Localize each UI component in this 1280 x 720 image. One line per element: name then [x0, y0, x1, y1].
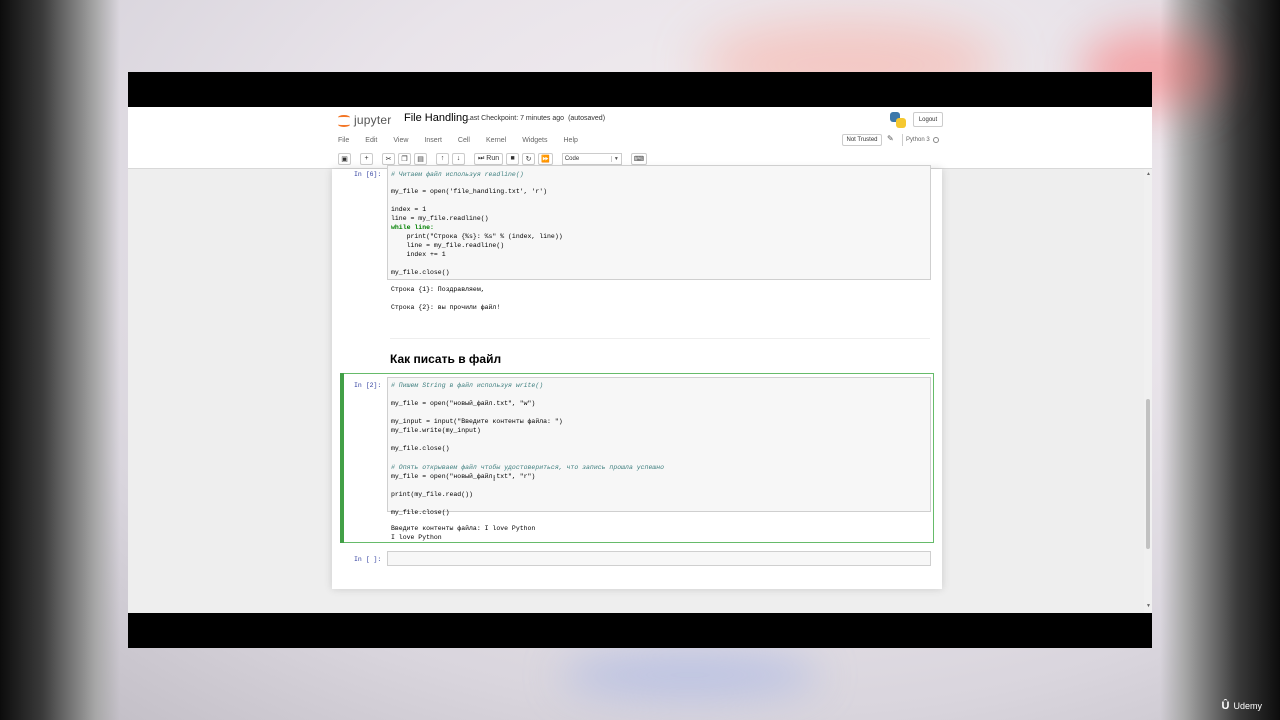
code-line: my_file.write(my_input): [391, 427, 481, 434]
arrow-down-icon: ↓: [456, 155, 461, 162]
empty-code-cell[interactable]: [387, 551, 931, 566]
code-line: # Опять открываем файл чтобы удостоверит…: [391, 464, 665, 471]
move-down-button[interactable]: ↓: [452, 152, 465, 165]
code-line: line = my_file.readline(): [391, 215, 489, 222]
checkpoint-text: Last Checkpoint: 7 minutes ago: [466, 115, 565, 122]
menu-help[interactable]: Help: [564, 137, 578, 144]
kernel-name: Python 3: [906, 137, 930, 143]
output-line: I love Python: [391, 534, 442, 541]
cell-prompt: In [6]:: [354, 171, 382, 178]
text-cursor-icon: I: [493, 474, 496, 483]
run-label: Run: [486, 155, 500, 162]
code-line: line = my_file.readline(): [391, 242, 505, 249]
edit-pencil-icon[interactable]: ✎: [887, 134, 894, 143]
move-up-button[interactable]: ↑: [436, 152, 449, 165]
jupyter-logo[interactable]: jupyter: [338, 111, 391, 129]
cell-prompt: In [ ]:: [354, 556, 382, 563]
cell-type-select[interactable]: Code ▼: [561, 152, 622, 165]
copy-button[interactable]: ❐: [398, 152, 411, 165]
menu-cell[interactable]: Cell: [458, 137, 470, 144]
plus-icon: +: [364, 155, 369, 162]
code-line: my_file = open('file_handling.txt', 'r'): [391, 188, 548, 195]
not-trusted-button[interactable]: Not Trusted: [842, 134, 882, 146]
cut-button[interactable]: ✂: [382, 152, 395, 165]
output-line: Введите контенты файла: I love Python: [391, 525, 536, 532]
keyboard-icon: ⌨: [633, 155, 644, 163]
logo-text: jupyter: [354, 113, 392, 127]
restart-button[interactable]: ↻: [522, 152, 536, 165]
udemy-watermark: Û Udemy: [1222, 700, 1262, 712]
background-blur: [560, 650, 820, 700]
run-icon: ⏭: [478, 154, 485, 162]
code-line: my_file.close(): [391, 445, 450, 452]
interrupt-button[interactable]: ■: [506, 152, 520, 165]
insert-cell-button[interactable]: +: [360, 152, 373, 165]
code-line: my_file = open("новый_файл.txt", "r"): [391, 473, 536, 480]
scissors-icon: ✂: [385, 155, 392, 163]
markdown-heading[interactable]: Как писать в файл: [390, 352, 501, 366]
code-line: my_file.close(): [391, 269, 450, 276]
udemy-label: Udemy: [1233, 701, 1262, 711]
autosave-status: (autosaved): [568, 115, 606, 122]
video-frame: jupyter File Handling Last Checkpoint: 7…: [128, 72, 1152, 648]
menu-widgets[interactable]: Widgets: [522, 137, 547, 144]
scroll-up-arrow-icon[interactable]: ▲: [1146, 171, 1151, 177]
save-icon: ▣: [341, 155, 348, 163]
code-line: index += 1: [391, 251, 446, 258]
paste-button[interactable]: ▤: [414, 152, 427, 165]
stop-icon: ■: [510, 155, 515, 162]
code-line: # Пишем String в файл используя write(): [391, 382, 544, 389]
toolbar: ▣ + ✂ ❐ ▤ ↑ ↓ ⏭ Run ■ ↻ ⏩ Code ▼ ⌨: [338, 152, 647, 165]
left-vignette: [0, 0, 120, 720]
scrollbar[interactable]: [1144, 169, 1152, 613]
menu-file[interactable]: File: [338, 137, 349, 144]
menu-insert[interactable]: Insert: [424, 137, 442, 144]
output-line: Строка {1}: Поздравляем,: [391, 286, 485, 293]
cell-divider: [390, 338, 930, 339]
scrollbar-thumb[interactable]: [1146, 399, 1150, 549]
code-line: my_file.close(): [391, 509, 450, 516]
selected-cell-indicator: [340, 373, 344, 543]
kernel-indicator: Python 3: [902, 134, 944, 146]
chevron-down-icon: ▼: [610, 155, 619, 162]
code-line: # Читаем файл используя readline(): [391, 171, 524, 178]
run-button[interactable]: ⏭ Run: [474, 152, 504, 165]
cell-type-value: Code: [564, 155, 580, 162]
restart-run-all-button[interactable]: ⏩: [538, 152, 553, 165]
code-line: print(my_file.read()): [391, 491, 473, 498]
code-cell-input[interactable]: [387, 165, 931, 280]
notebook-container: In [6]: # Читаем файл используя readline…: [332, 165, 942, 589]
scroll-down-arrow-icon[interactable]: ▼: [1146, 603, 1151, 609]
code-line: index = 1: [391, 206, 427, 213]
code-line: my_input = input("Введите контенты файла…: [391, 418, 563, 425]
notebook-title[interactable]: File Handling: [404, 112, 468, 124]
code-line: print("Строка {%s}: %s" % (index, line)): [391, 233, 563, 240]
code-line: while line:: [391, 224, 434, 231]
arrow-up-icon: ↑: [440, 155, 445, 162]
jupyter-logo-icon: [338, 111, 352, 129]
save-button[interactable]: ▣: [338, 152, 351, 165]
jupyter-screen: jupyter File Handling Last Checkpoint: 7…: [128, 107, 1152, 613]
python-logo-icon: [890, 112, 906, 128]
right-vignette: [1160, 0, 1280, 720]
output-line: Строка {2}: вы прочили файл!: [391, 304, 501, 311]
kernel-idle-icon: [932, 137, 939, 143]
restart-icon: ↻: [525, 155, 532, 163]
fast-forward-icon: ⏩: [541, 155, 550, 163]
checkpoint-status: Last Checkpoint: 7 minutes ago (autosaved…: [466, 115, 605, 122]
menubar: File Edit View Insert Cell Kernel Widget…: [338, 137, 594, 144]
paste-icon: ▤: [417, 155, 424, 163]
code-line: my_file = open("новый_файл.txt", "w"): [391, 400, 536, 407]
command-palette-button[interactable]: ⌨: [630, 152, 647, 165]
copy-icon: ❐: [401, 155, 408, 163]
menu-edit[interactable]: Edit: [365, 137, 377, 144]
cell-prompt: In [2]:: [354, 382, 382, 389]
logout-button[interactable]: Logout: [913, 112, 943, 127]
menu-view[interactable]: View: [393, 137, 408, 144]
menu-kernel[interactable]: Kernel: [486, 137, 506, 144]
udemy-logo-icon: Û: [1221, 700, 1230, 712]
